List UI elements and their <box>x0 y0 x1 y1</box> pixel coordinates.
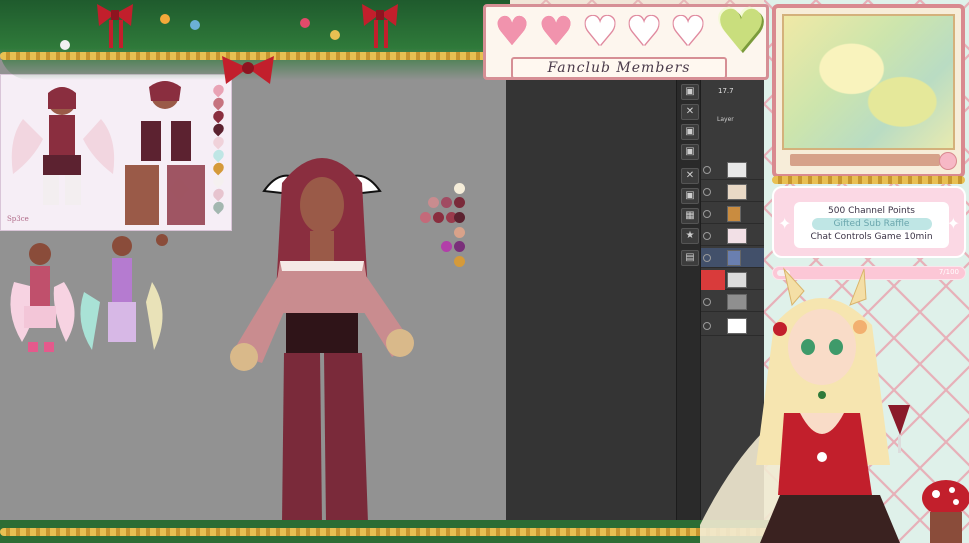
layer-folder-row[interactable] <box>701 204 765 224</box>
gold-tinsel <box>0 528 800 536</box>
reference-sheet: Sp3ce <box>0 74 232 231</box>
artist-signature: Sp3ce <box>7 215 29 223</box>
mushroom-mascot <box>922 480 969 543</box>
camera-icon[interactable]: ▣ <box>681 144 699 160</box>
layer-row[interactable] <box>701 160 765 180</box>
reference-details <box>125 81 205 225</box>
reference-character-front <box>11 87 115 205</box>
eye-icon[interactable] <box>703 188 711 196</box>
filled-heart-icon: ♥ <box>538 9 574 55</box>
palette-swatch[interactable] <box>441 197 452 208</box>
close-icon[interactable]: ✕ <box>681 168 699 184</box>
reward-item: 500 Channel Points <box>828 206 915 216</box>
palette-swatch[interactable] <box>454 197 465 208</box>
ornament-icon <box>60 40 70 50</box>
eye-icon[interactable] <box>703 210 711 218</box>
heart-icon <box>939 152 957 170</box>
red-bow-icon <box>222 56 274 84</box>
ornament-icon <box>160 14 170 24</box>
portrait-icon[interactable]: ▤ <box>681 250 699 266</box>
eye-icon[interactable] <box>703 254 711 262</box>
empty-heart-icon: ♥ <box>670 9 706 55</box>
ornament-icon <box>330 30 340 40</box>
gold-tinsel <box>772 176 965 184</box>
workspace-background <box>506 78 676 543</box>
eye-icon[interactable] <box>703 166 711 174</box>
empty-heart-icon: ♥ <box>626 9 662 55</box>
sparkle-icon: ✦ <box>778 214 792 233</box>
ornament-icon <box>300 18 310 28</box>
layer-panel-title: Layer <box>717 116 734 123</box>
heart-icon: ♥ <box>715 0 767 65</box>
outfit-variants <box>10 234 168 352</box>
red-bow-icon <box>362 4 398 48</box>
palette-swatch[interactable] <box>420 212 431 223</box>
ornament-icon <box>190 20 200 30</box>
channel-rewards-card: ✦ ✦ 500 Channel Points Gifted Sub Raffle… <box>772 186 966 258</box>
stained-glass-art <box>782 14 955 150</box>
panel-tab-column: ▣ ✕ ▣ ▣ ✕ ▣ ▦ ★ ▤ <box>676 80 702 520</box>
fanclub-title: Fanclub Members <box>511 57 727 79</box>
layer-row[interactable] <box>701 226 765 246</box>
frame-nameplate <box>790 154 940 166</box>
fanclub-hearts-banner: ♥ ♥ ♥ ♥ ♥ ♥ Fanclub Members <box>483 0 769 80</box>
camera-icon[interactable]: ▣ <box>681 124 699 140</box>
eye-icon[interactable] <box>703 232 711 240</box>
rewards-list: 500 Channel Points Gifted Sub Raffle Cha… <box>794 202 949 248</box>
palette-swatch[interactable] <box>454 256 465 267</box>
palette-swatch[interactable] <box>454 241 465 252</box>
reward-item: Chat Controls Game 10min <box>810 232 933 242</box>
filled-heart-icon: ♥ <box>494 9 530 55</box>
image-icon[interactable]: ▦ <box>681 208 699 224</box>
close-icon[interactable]: ✕ <box>681 104 699 120</box>
camera-icon[interactable]: ▣ <box>681 188 699 204</box>
palette-swatch[interactable] <box>441 241 452 252</box>
palette-swatch[interactable] <box>428 197 439 208</box>
camera-icon[interactable]: ▣ <box>681 84 699 100</box>
red-bow-icon <box>97 4 133 48</box>
empty-heart-icon: ♥ <box>582 9 618 55</box>
star-icon[interactable]: ★ <box>681 228 699 244</box>
palette-swatch[interactable] <box>454 212 465 223</box>
brush-size-readout: 17.7 <box>718 87 734 95</box>
palette-swatch[interactable] <box>433 212 444 223</box>
layer-row[interactable] <box>701 182 765 202</box>
reward-item-highlighted: Gifted Sub Raffle <box>811 218 932 230</box>
palette-swatch[interactable] <box>454 183 465 194</box>
main-character-drawing <box>230 158 414 523</box>
stained-glass-frame <box>772 4 965 178</box>
palette-swatch[interactable] <box>454 227 465 238</box>
